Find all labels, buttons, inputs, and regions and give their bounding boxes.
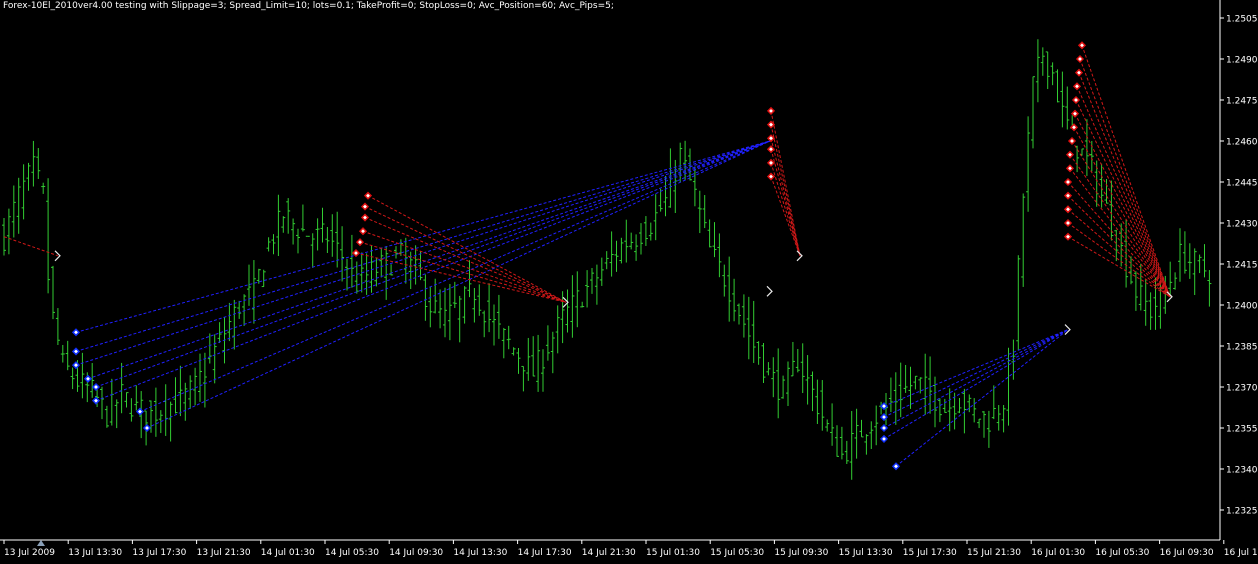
buy-trade-line [883,329,1069,418]
sell-trade-line [3,236,59,257]
buy-trade-line [883,329,1069,440]
period-separator-icon [37,540,45,546]
buy-trade-line [87,140,771,380]
sell-trade-line [1079,58,1171,297]
sell-trade-line [1071,140,1171,298]
buy-marker-icon [91,382,101,392]
sell-trade-line [770,149,801,256]
sell-marker-icon [766,158,776,167]
price-chart: 1.2505 1.2490 1.2475 1.2460 1.2445 1.2430 1.24… [0,0,1258,560]
buy-trade-line [146,140,771,429]
buy-marker-icon [91,396,101,405]
buy-trade-line [75,140,771,333]
sell-marker-icon [1074,68,1084,77]
sell-marker-icon [351,249,361,258]
sell-marker-icon [1071,95,1081,105]
buy-marker-icon [71,347,81,356]
y-tick-label: 1.2400 [1226,302,1258,312]
sell-marker-icon [360,213,370,222]
buy-marker-icon [142,423,152,433]
sell-marker-icon [363,191,373,200]
x-tick-label: 15 Jul 01:30 [646,548,700,558]
sell-trade-line [364,217,567,303]
x-tick-label: 14 Jul 13:30 [453,548,507,558]
sell-trade-line [1078,72,1171,297]
buy-marker-icon [879,423,889,433]
x-tick-label: 16 Jul 05:30 [1095,548,1149,558]
sell-trade-line [770,162,801,256]
sell-marker-icon [360,202,370,211]
x-tick-label: 14 Jul 09:30 [389,548,443,558]
buy-trade-line [895,329,1069,467]
x-tick-label: 13 Jul 2009 [4,548,55,558]
y-tick-label: 1.2355 [1226,425,1258,435]
buy-trade-line [95,140,771,402]
buy-trade-line [75,140,771,352]
y-tick-label: 1.2415 [1226,261,1258,271]
sell-trade-line [1073,127,1171,298]
y-tick-label: 1.2430 [1226,220,1258,230]
sell-trade-line [1069,168,1171,298]
x-tick-label: 14 Jul 05:30 [325,548,379,558]
sell-marker-icon [766,106,776,115]
sell-marker-icon [1072,82,1082,91]
y-tick-label: 1.2490 [1226,56,1258,66]
x-tick-label: 14 Jul 01:30 [261,548,315,558]
sell-marker-icon [355,238,365,247]
x-tick-label: 15 Jul 13:30 [839,548,893,558]
sell-trade-line [1069,154,1171,298]
sell-trade-line [770,110,801,256]
sell-marker-icon [766,172,776,181]
x-tick-label: 13 Jul 17:30 [132,548,186,558]
x-tick-label: 15 Jul 21:30 [967,548,1021,558]
sell-marker-icon [1077,41,1087,50]
sell-trade-line [1075,99,1171,298]
buy-trade-line [883,329,1069,407]
x-tick-label: 16 Jul 01:30 [1031,548,1085,558]
sell-trade-line [1067,195,1171,298]
buy-marker-icon [83,374,93,383]
x-tick-label: 16 Jul 13: [1224,548,1258,558]
x-tick-label: 15 Jul 09:30 [774,548,828,558]
x-tick-label: 14 Jul 17:30 [518,548,572,558]
chart-title: Forex-10El_2010ver4.00 testing with Slip… [3,1,614,11]
sell-trade-line [1076,86,1171,298]
y-tick-label: 1.2460 [1226,138,1258,148]
chart-canvas: 1.2505 1.2490 1.2475 1.2460 1.2445 1.2430 1.24… [0,0,1258,558]
x-tick-label: 16 Jul 09:30 [1160,548,1214,558]
x-tick-label: 15 Jul 17:30 [903,548,957,558]
sell-marker-icon [1075,54,1085,64]
x-tick-label: 14 Jul 21:30 [582,548,636,558]
y-tick-label: 1.2475 [1226,97,1258,107]
y-tick-label: 1.2325 [1226,507,1258,517]
sell-marker-icon [1065,150,1075,159]
y-tick-label: 1.2445 [1226,179,1258,189]
y-tick-label: 1.2385 [1226,343,1258,353]
sell-marker-icon [1070,109,1080,118]
buy-trade-line [883,329,1069,429]
sell-marker-icon [358,227,368,236]
buy-trade-line [75,140,771,366]
sell-marker-icon [766,145,776,154]
buy-trade-line [95,140,771,388]
close-marker-icon [766,285,773,297]
buy-marker-icon [879,434,889,443]
y-tick-label: 1.2370 [1226,384,1258,394]
buy-marker-icon [71,361,81,370]
close-marker-icon [1064,324,1071,336]
x-tick-label: 15 Jul 05:30 [710,548,764,558]
sell-marker-icon [1067,136,1077,146]
y-tick-label: 1.2505 [1226,15,1258,25]
x-tick-label: 13 Jul 21:30 [197,548,251,558]
x-tick-label: 13 Jul 13:30 [68,548,122,558]
y-tick-label: 1.2340 [1226,466,1258,476]
buy-marker-icon [135,407,145,416]
buy-marker-icon [71,328,81,337]
sell-marker-icon [1063,232,1073,241]
